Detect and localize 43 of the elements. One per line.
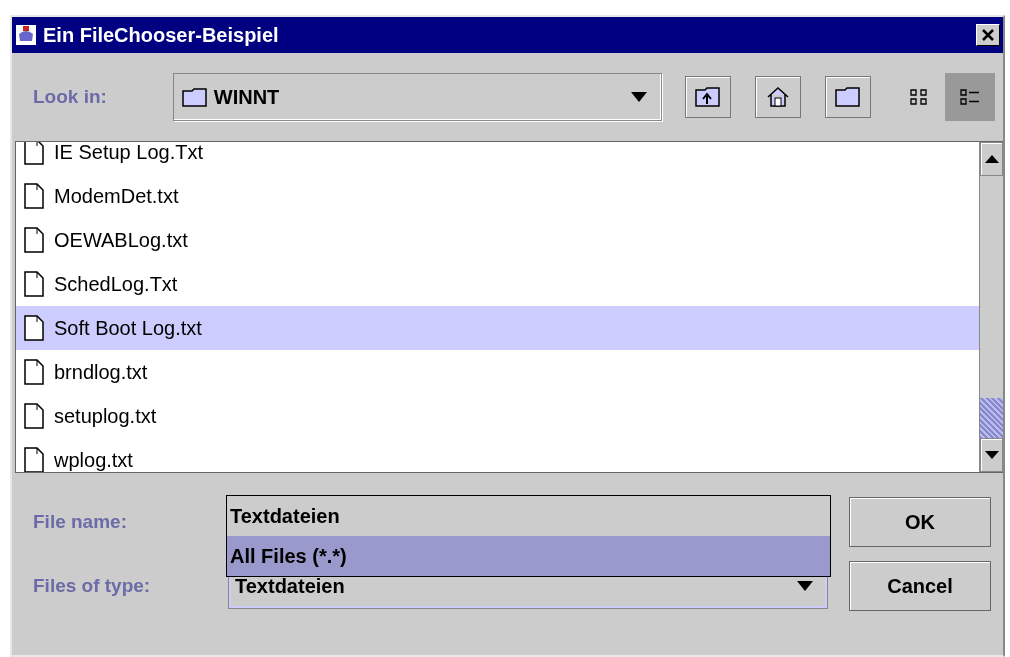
file-name-label: File name: [33,509,128,534]
close-button[interactable] [976,24,1000,46]
up-arrow-icon [984,155,999,163]
folder-icon [835,86,861,108]
file-row[interactable]: SchedLog.Txt [16,262,979,306]
file-row[interactable]: wplog.txt [16,438,979,472]
scrollbar[interactable] [979,142,1003,472]
file-type-option[interactable]: Textdateien [227,496,830,536]
dropdown-arrow-icon [631,92,647,102]
look-in-label: Look in: [33,84,108,109]
scroll-thumb[interactable] [980,398,1003,438]
file-row[interactable]: setuplog.txt [16,394,979,438]
down-arrow-icon [984,451,999,459]
home-button[interactable] [755,76,801,118]
dropdown-arrow-icon [797,581,813,591]
folder-up-arrow-icon [695,86,721,108]
file-type-option[interactable]: All Files (*.*) [227,536,830,576]
file-icon [24,403,44,429]
details-view-icon [959,88,981,106]
folder-icon [181,87,208,107]
file-icon [24,359,44,385]
file-icon [24,227,44,253]
file-row[interactable]: OEWABLog.txt [16,218,979,262]
up-folder-button[interactable] [685,76,731,118]
file-icon [24,271,44,297]
file-type-label: Files of type: [33,573,152,598]
file-row[interactable]: ModemDet.txt [16,174,979,218]
cancel-button[interactable]: Cancel [849,561,991,611]
window-title: Ein FileChooser-Beispiel [43,23,279,48]
scroll-down-button[interactable] [980,438,1003,472]
scroll-up-button[interactable] [980,142,1003,176]
home-icon [766,85,790,109]
file-icon [24,183,44,209]
close-icon [981,28,995,42]
file-row[interactable]: IE Setup Log.Txt [16,142,979,174]
details-view-button[interactable] [945,73,995,121]
file-row[interactable]: Soft Boot Log.txt [16,306,979,350]
new-folder-button[interactable] [825,76,871,118]
look-in-dropdown[interactable]: WINNT [172,73,662,121]
file-icon [24,315,44,341]
ok-button[interactable]: OK [849,497,991,547]
file-row[interactable]: brndlog.txt [16,350,979,394]
app-icon [15,24,37,46]
